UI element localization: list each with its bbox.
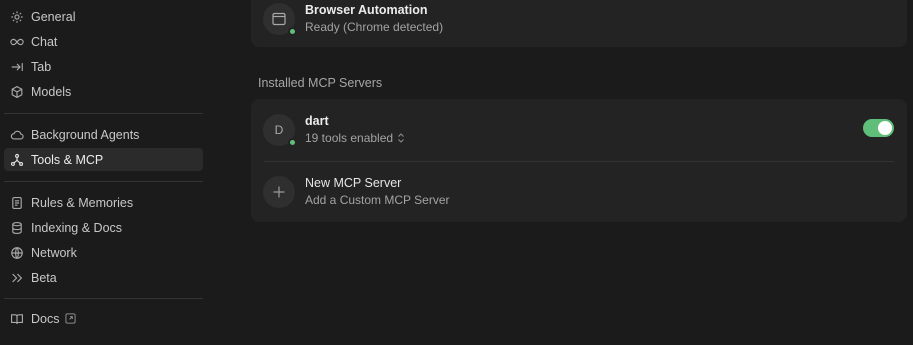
mcp-servers-card: D dart 19 tools enabled New MCP Server A…	[251, 99, 907, 222]
mcp-server-row[interactable]: D dart 19 tools enabled	[251, 99, 907, 160]
plus-icon	[271, 184, 287, 200]
sidebar-item-indexing-docs[interactable]: Indexing & Docs	[4, 216, 203, 239]
sidebar-divider	[4, 113, 203, 114]
sidebar-item-tab[interactable]: Tab	[4, 55, 203, 78]
cloud-icon	[10, 128, 24, 142]
chevron-updown-icon	[397, 133, 405, 143]
infinity-icon	[10, 35, 24, 49]
sidebar-item-label: Rules & Memories	[31, 195, 134, 210]
installed-mcp-servers-heading: Installed MCP Servers	[258, 76, 383, 90]
new-mcp-server-title: New MCP Server	[305, 175, 402, 190]
server-avatar: D	[263, 113, 297, 147]
sidebar-item-label: Tools & MCP	[31, 152, 104, 167]
sidebar-item-label: Network	[31, 245, 77, 260]
tools-enabled-count: 19 tools enabled	[305, 130, 394, 145]
tools-enabled-dropdown[interactable]: 19 tools enabled	[305, 130, 405, 147]
external-link-icon	[65, 313, 77, 324]
sidebar-item-label: Indexing & Docs	[31, 220, 123, 235]
book-icon	[10, 312, 24, 326]
sidebar-item-label: Tab	[31, 59, 52, 74]
gear-icon	[10, 10, 24, 24]
sidebar-divider	[4, 181, 203, 182]
browser-window-icon	[271, 11, 287, 27]
settings-main: Browser Automation Ready (Chrome detecte…	[210, 0, 913, 345]
sidebar-item-docs[interactable]: Docs	[4, 307, 203, 330]
sidebar-item-rules-memories[interactable]: Rules & Memories	[4, 191, 203, 214]
new-mcp-server-row[interactable]: New MCP Server Add a Custom MCP Server	[251, 161, 907, 222]
document-icon	[10, 196, 24, 210]
toggle-knob	[878, 121, 892, 135]
sidebar-item-label: Chat	[31, 34, 58, 49]
server-name: dart	[305, 113, 329, 128]
browser-automation-row[interactable]: Browser Automation Ready (Chrome detecte…	[251, 0, 907, 49]
sidebar-item-label: General	[31, 9, 76, 24]
server-initial: D	[274, 122, 284, 137]
sidebar-item-general[interactable]: General	[4, 5, 203, 28]
sidebar-item-background-agents[interactable]: Background Agents	[4, 123, 203, 146]
sidebar-item-label: Models	[31, 84, 72, 99]
sidebar-item-label: Docs	[31, 311, 60, 326]
sidebar-item-tools-mcp[interactable]: Tools & MCP	[4, 148, 203, 171]
database-icon	[10, 221, 24, 235]
new-mcp-server-subtitle: Add a Custom MCP Server	[305, 192, 450, 207]
sidebar-item-label: Background Agents	[31, 127, 140, 142]
status-dot	[288, 26, 297, 36]
sidebar-divider	[4, 298, 203, 299]
browser-automation-status: Ready (Chrome detected)	[305, 19, 444, 34]
server-enabled-toggle[interactable]	[863, 119, 894, 137]
sidebar-item-network[interactable]: Network	[4, 241, 203, 264]
sidebar-item-chat[interactable]: Chat	[4, 30, 203, 53]
sidebar-item-models[interactable]: Models	[4, 80, 203, 103]
tab-arrow-icon	[10, 60, 24, 74]
browser-automation-title: Browser Automation	[305, 2, 428, 17]
browser-avatar	[263, 2, 297, 36]
globe-icon	[10, 246, 24, 260]
double-chevron-icon	[10, 271, 24, 285]
settings-sidebar: General Chat Tab Models Background Agent…	[0, 0, 210, 345]
browser-automation-card: Browser Automation Ready (Chrome detecte…	[251, 0, 907, 47]
sidebar-item-label: Beta	[31, 270, 57, 285]
cube-icon	[10, 85, 24, 99]
status-dot	[288, 137, 297, 147]
add-server-avatar	[263, 175, 295, 208]
tools-icon	[10, 153, 24, 167]
sidebar-item-beta[interactable]: Beta	[4, 266, 203, 289]
